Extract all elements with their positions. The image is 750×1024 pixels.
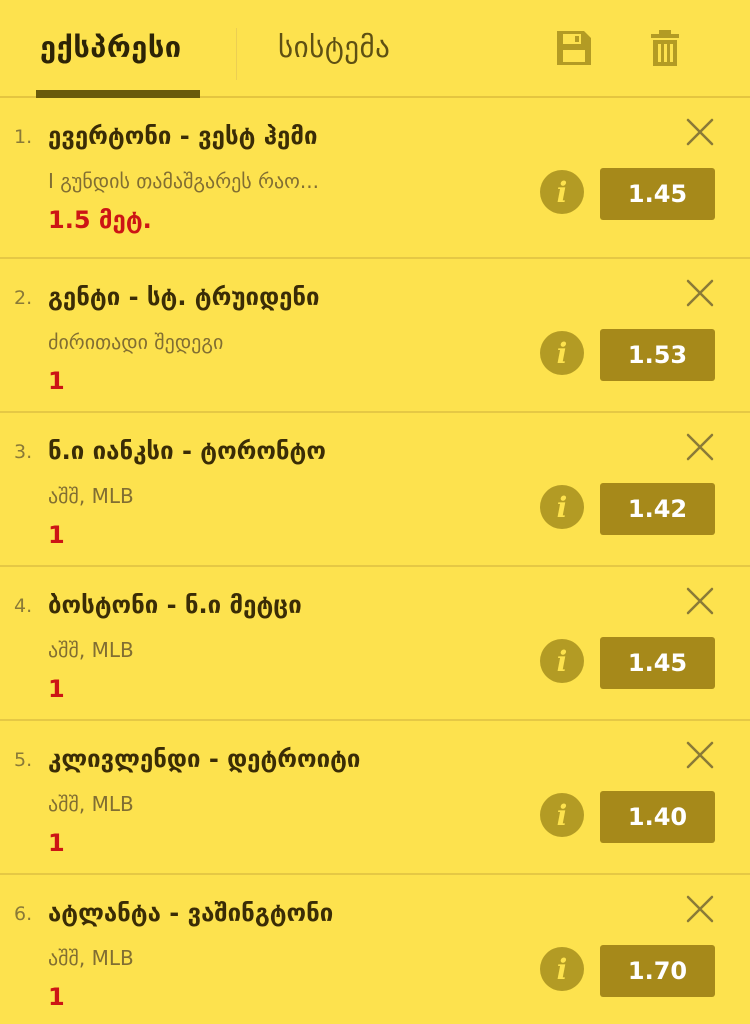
info-icon[interactable]: i <box>540 331 584 375</box>
match-name: ნ.ი იანკსი - ტორონტო <box>48 437 326 465</box>
market-name: ძირითადი შედეგი <box>48 330 224 354</box>
match-name: ევერტონი - ვესტ ჰემი <box>48 122 318 150</box>
close-icon[interactable] <box>684 277 716 309</box>
match-name: კლივლენდი - დეტროიტი <box>48 745 361 773</box>
bet-number: 2. <box>14 287 33 309</box>
market-name: აშშ, MLB <box>48 638 134 662</box>
bet-number: 4. <box>14 595 33 617</box>
bet-number: 3. <box>14 441 33 463</box>
match-name: გენტი - სტ. ტრუიდენი <box>48 283 320 311</box>
bet-number: 6. <box>14 903 33 925</box>
bet-row: 6. ატლანტა - ვაშინგტონი აშშ, MLB 1 i 1.7… <box>0 875 750 1024</box>
bet-row: 2. გენტი - სტ. ტრუიდენი ძირითადი შედეგი … <box>0 259 750 413</box>
odds-button[interactable]: 1.70 <box>600 945 715 997</box>
selected-outcome: 1 <box>48 521 65 549</box>
bet-number: 5. <box>14 749 33 771</box>
selected-outcome: 1 <box>48 367 65 395</box>
active-tab-indicator <box>36 90 200 98</box>
bet-list: 1. ევერტონი - ვესტ ჰემი I გუნდის თამაშგა… <box>0 98 750 1024</box>
trash-icon[interactable] <box>645 28 685 68</box>
betslip-header: ექსპრესი სისტემა <box>0 0 750 98</box>
info-icon[interactable]: i <box>540 485 584 529</box>
close-icon[interactable] <box>684 893 716 925</box>
info-icon[interactable]: i <box>540 170 584 214</box>
odds-button[interactable]: 1.42 <box>600 483 715 535</box>
bet-row: 3. ნ.ი იანკსი - ტორონტო აშშ, MLB 1 i 1.4… <box>0 413 750 567</box>
bet-row: 1. ევერტონი - ვესტ ჰემი I გუნდის თამაშგა… <box>0 98 750 259</box>
bet-row: 5. კლივლენდი - დეტროიტი აშშ, MLB 1 i 1.4… <box>0 721 750 875</box>
market-name: I გუნდის თამაშგარეს რაო... <box>48 169 319 193</box>
odds-button[interactable]: 1.40 <box>600 791 715 843</box>
info-icon[interactable]: i <box>540 639 584 683</box>
selected-outcome: 1.5 მეტ. <box>48 206 152 234</box>
tab-divider <box>236 28 237 80</box>
tab-express[interactable]: ექსპრესი <box>40 30 182 64</box>
match-name: ატლანტა - ვაშინგტონი <box>48 899 334 927</box>
odds-button[interactable]: 1.45 <box>600 168 715 220</box>
close-icon[interactable] <box>684 431 716 463</box>
market-name: აშშ, MLB <box>48 946 134 970</box>
close-icon[interactable] <box>684 116 716 148</box>
bet-number: 1. <box>14 126 33 148</box>
match-name: ბოსტონი - ნ.ი მეტცი <box>48 591 302 619</box>
bet-row: 4. ბოსტონი - ნ.ი მეტცი აშშ, MLB 1 i 1.45 <box>0 567 750 721</box>
odds-button[interactable]: 1.53 <box>600 329 715 381</box>
info-icon[interactable]: i <box>540 947 584 991</box>
market-name: აშშ, MLB <box>48 484 134 508</box>
market-name: აშშ, MLB <box>48 792 134 816</box>
tab-system[interactable]: სისტემა <box>278 30 390 64</box>
save-icon[interactable] <box>554 28 594 68</box>
selected-outcome: 1 <box>48 983 65 1011</box>
close-icon[interactable] <box>684 585 716 617</box>
selected-outcome: 1 <box>48 829 65 857</box>
selected-outcome: 1 <box>48 675 65 703</box>
close-icon[interactable] <box>684 739 716 771</box>
info-icon[interactable]: i <box>540 793 584 837</box>
odds-button[interactable]: 1.45 <box>600 637 715 689</box>
